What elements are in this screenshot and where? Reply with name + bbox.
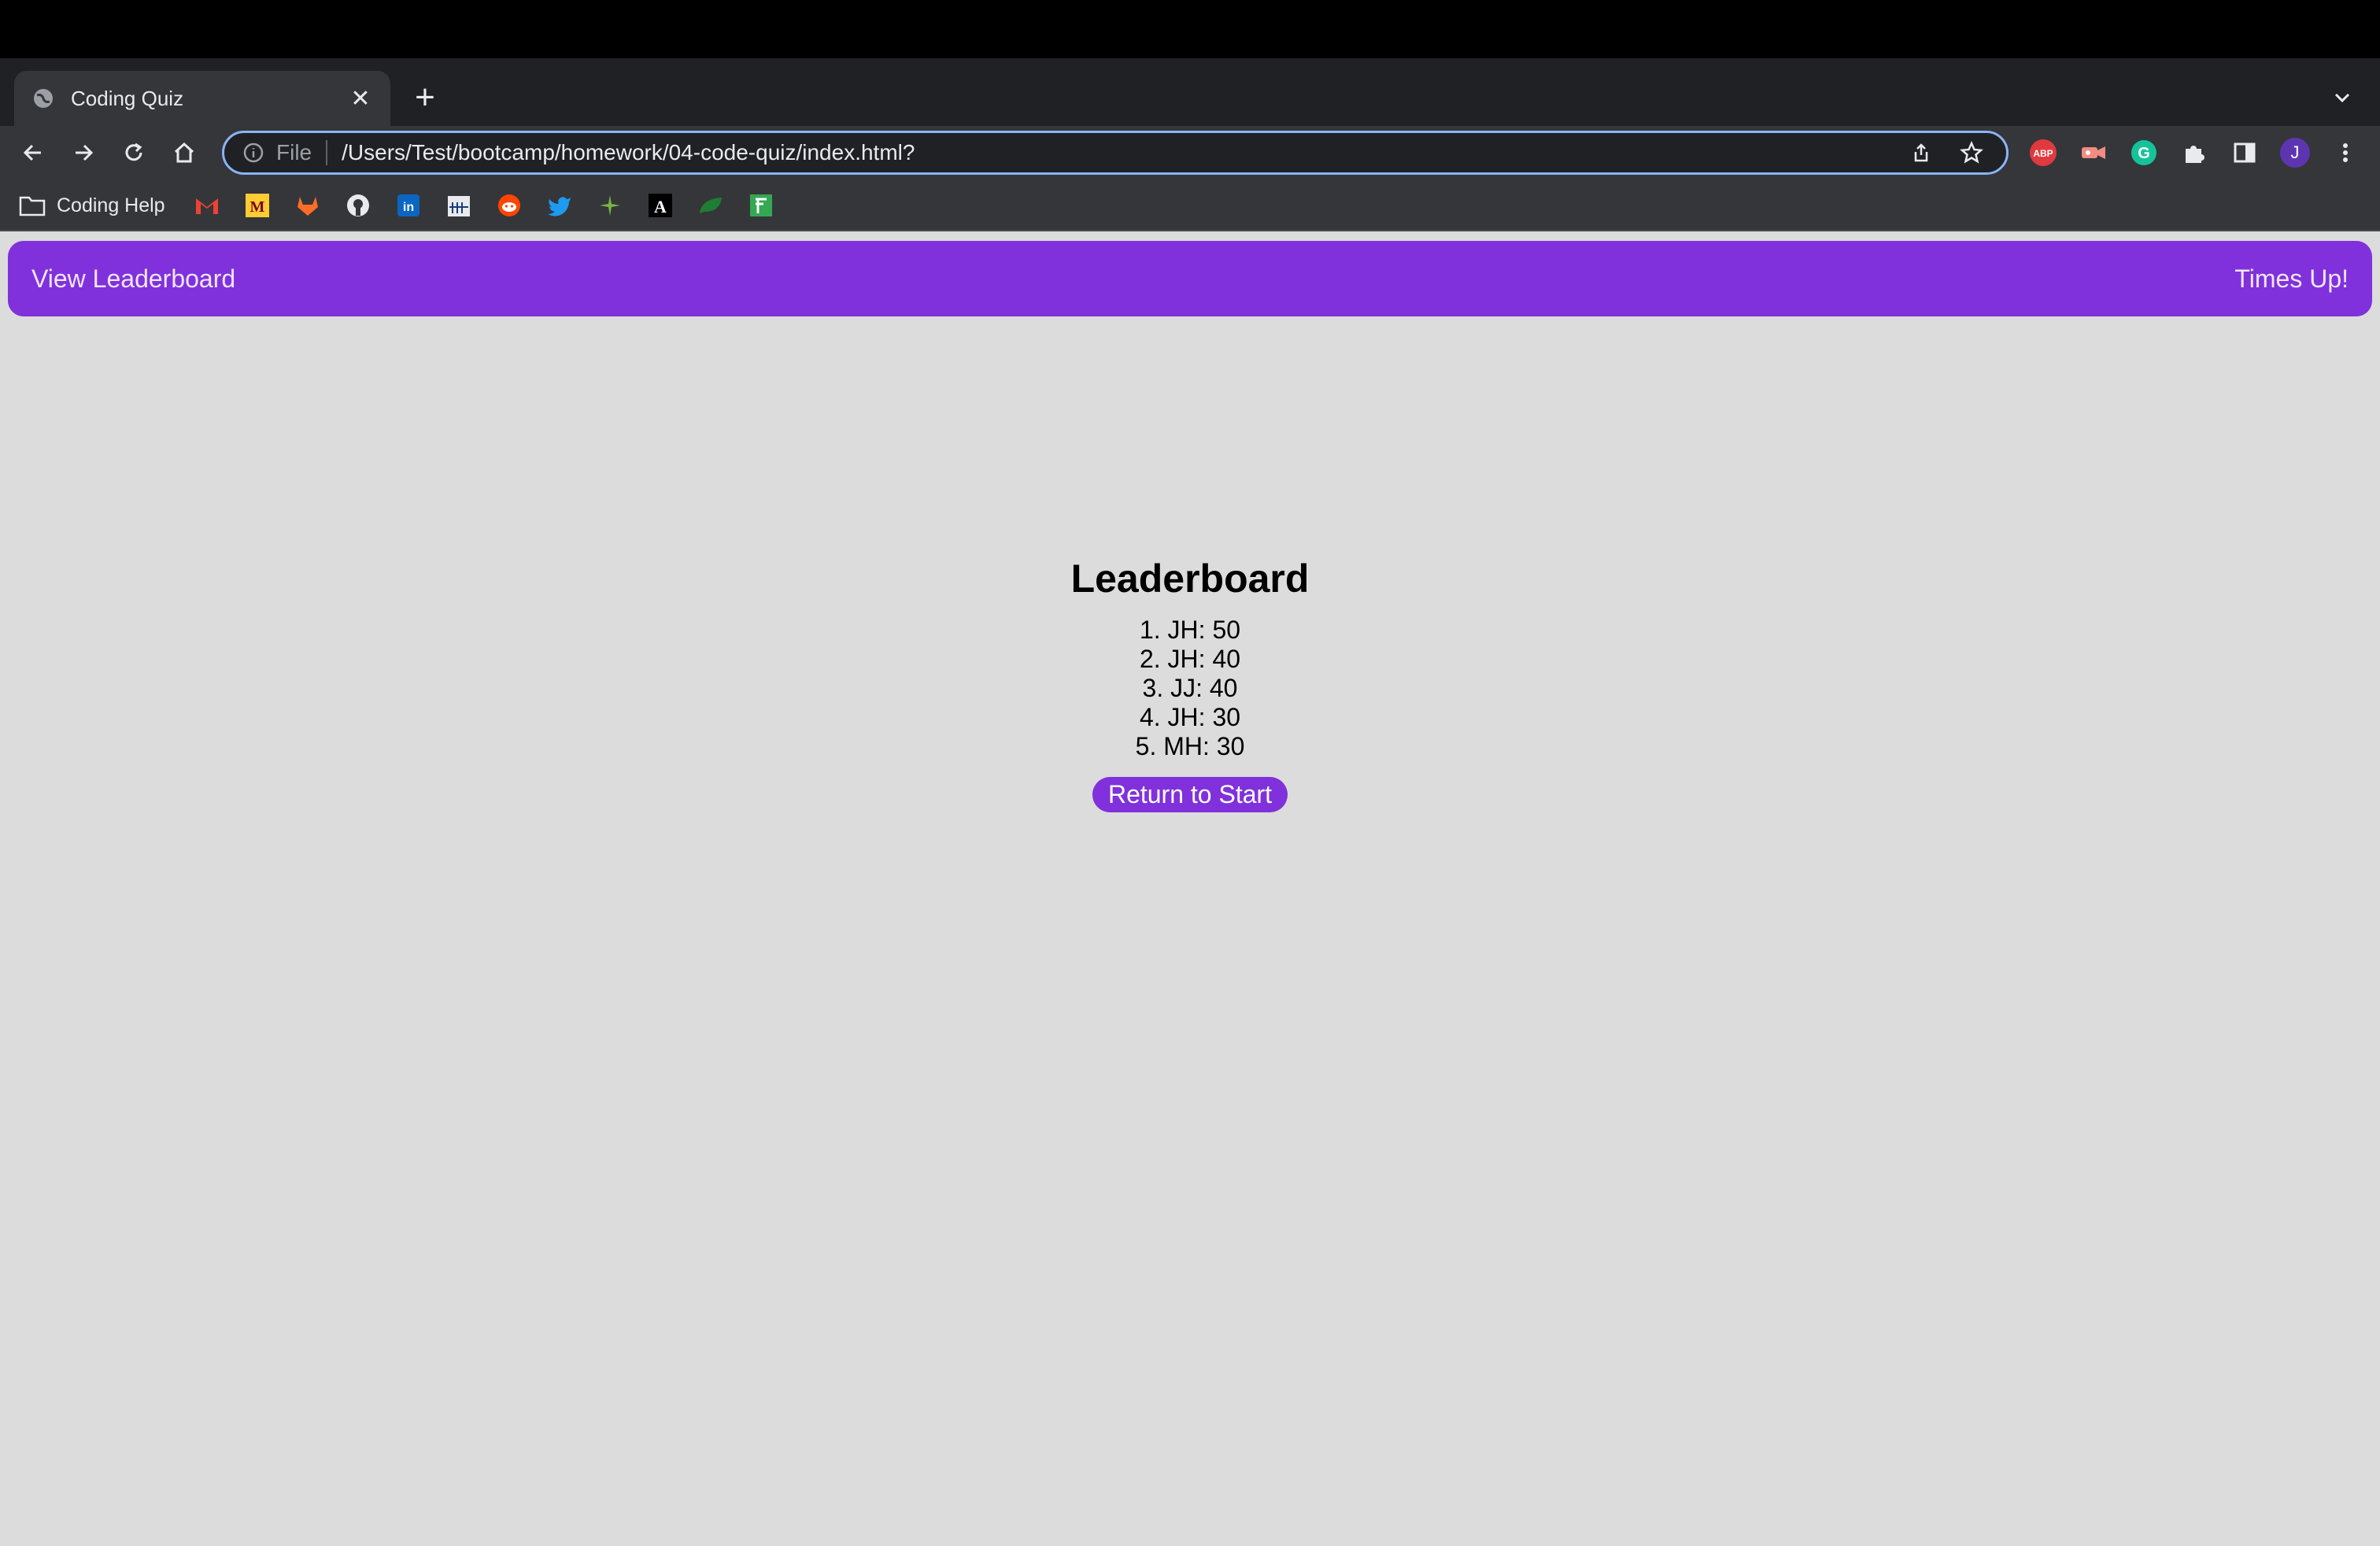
leaderboard-entry: 1. JH: 50 (1139, 616, 1241, 644)
return-to-start-button[interactable]: Return to Start (1092, 777, 1288, 812)
gitlab-icon[interactable] (294, 192, 321, 219)
url-scheme-label: File (276, 140, 312, 165)
leaderboard-entry: 5. MH: 30 (1135, 732, 1245, 760)
gmail-icon[interactable] (194, 192, 220, 219)
leaf-icon[interactable] (697, 192, 724, 219)
header-bar: View Leaderboard Times Up! (8, 241, 2372, 316)
umn-icon[interactable]: M (244, 192, 271, 219)
linkedin-icon[interactable]: in (395, 192, 422, 219)
svg-text:G: G (2138, 145, 2150, 162)
globe-icon (31, 87, 55, 110)
bookmark-folder-coding-help[interactable]: Coding Help (19, 190, 165, 220)
leaderboard-title: Leaderboard (1070, 557, 1310, 601)
tab-strip: Coding Quiz ✕ + (0, 58, 2380, 126)
svg-text:in: in (403, 201, 414, 214)
page-content: View Leaderboard Times Up! Leaderboard 1… (0, 231, 2380, 1546)
star-icon[interactable] (597, 192, 623, 219)
grammarly-icon[interactable]: G (2128, 137, 2160, 168)
back-icon[interactable] (14, 134, 52, 172)
leaderboard-entry: 3. JJ: 40 (1142, 674, 1238, 702)
github-icon[interactable] (345, 192, 371, 219)
font-a-icon[interactable]: A (647, 192, 674, 219)
sheet-icon[interactable] (748, 192, 774, 219)
profile-avatar[interactable]: J (2279, 137, 2311, 168)
reload-icon[interactable] (115, 134, 153, 172)
tab-title: Coding Quiz (71, 86, 184, 110)
adblock-icon[interactable]: ABP (2027, 137, 2059, 168)
folder-icon (19, 196, 46, 216)
info-icon[interactable] (242, 141, 265, 165)
side-panel-icon[interactable] (2229, 137, 2260, 168)
reddit-icon[interactable] (496, 192, 523, 219)
menu-kebab-icon[interactable] (2330, 137, 2361, 168)
forward-icon[interactable] (65, 134, 102, 172)
bookmarks-bar: Coding Help M in A (0, 179, 2380, 231)
address-bar[interactable]: File /Users/Test/bootcamp/homework/04-co… (222, 131, 2009, 175)
svg-text:A: A (654, 197, 667, 216)
view-leaderboard-link[interactable]: View Leaderboard (31, 264, 235, 294)
calendar-icon[interactable] (445, 192, 472, 219)
home-icon[interactable] (165, 134, 203, 172)
leaderboard-section: Leaderboard 1. JH: 50 2. JH: 40 3. JJ: 4… (0, 556, 2380, 812)
leaderboard-entry: 4. JH: 30 (1139, 703, 1241, 731)
svg-text:ABP: ABP (2033, 148, 2053, 159)
url-text[interactable]: /Users/Test/bootcamp/homework/04-code-qu… (342, 140, 1888, 165)
chevron-down-icon[interactable] (2326, 82, 2358, 113)
omnibox-divider (326, 140, 328, 165)
screencast-icon[interactable] (2078, 137, 2109, 168)
new-tab-button[interactable]: + (406, 79, 444, 117)
bookmark-star-icon[interactable] (1954, 135, 1989, 170)
share-icon[interactable] (1904, 135, 1938, 170)
leaderboard-entry: 2. JH: 40 (1139, 645, 1241, 673)
svg-text:M: M (250, 198, 265, 216)
tab-coding-quiz[interactable]: Coding Quiz ✕ (14, 71, 390, 126)
extensions-puzzle-icon[interactable] (2179, 137, 2210, 168)
timer-status: Times Up! (2234, 264, 2349, 293)
bookmark-folder-label: Coding Help (57, 194, 165, 216)
screen-top-bar (0, 0, 2380, 58)
browser-toolbar: File /Users/Test/bootcamp/homework/04-co… (0, 126, 2380, 179)
tab-close-icon[interactable]: ✕ (348, 85, 373, 113)
leaderboard-list: 1. JH: 50 2. JH: 40 3. JJ: 40 4. JH: 30 … (0, 616, 2380, 761)
twitter-icon[interactable] (546, 192, 573, 219)
profile-initial: J (2290, 142, 2300, 162)
